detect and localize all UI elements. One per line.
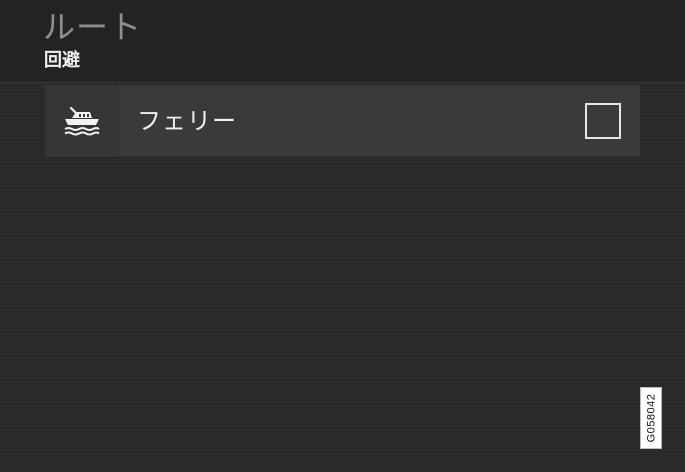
list-item-label: フェリー	[137, 107, 237, 135]
ferry-checkbox[interactable]	[585, 103, 621, 139]
ferry-icon	[45, 85, 119, 157]
figure-code-badge: G058042	[640, 387, 662, 449]
ferry-icon-graphic	[64, 106, 100, 136]
page-title: ルート	[43, 8, 143, 46]
list-item-ferry[interactable]: フェリー	[45, 85, 640, 157]
page-subtitle: 回避	[44, 50, 80, 71]
screen: ルート 回避 フェリー G058042	[0, 0, 685, 472]
figure-code: G058042	[645, 393, 658, 443]
header: ルート 回避	[0, 0, 685, 83]
